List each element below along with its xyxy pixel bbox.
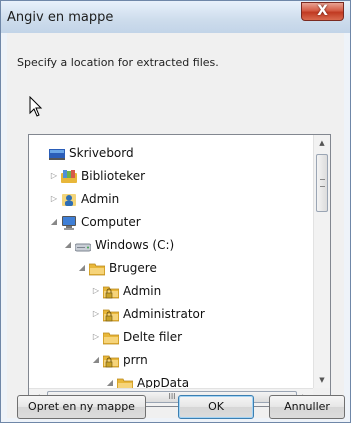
locked-folder-icon (102, 307, 120, 322)
close-button[interactable]: X (301, 2, 344, 21)
drive-icon (74, 238, 92, 252)
tree-node[interactable]: ◢ prrn (91, 349, 309, 371)
tree-node[interactable]: ◢ Brugere (77, 257, 309, 279)
tree-node-label: Biblioteker (81, 169, 146, 183)
locked-folder-icon (102, 353, 120, 368)
tree-node-label: Skrivebord (69, 146, 134, 160)
tree-node-label: Administrator (123, 307, 205, 321)
tree-node[interactable]: ▷ Admin (49, 188, 309, 210)
expand-arrow-icon[interactable]: ▷ (91, 280, 101, 302)
expand-arrow-icon[interactable]: ▷ (91, 303, 101, 325)
locked-folder-icon (102, 284, 120, 299)
tree-node-label: Admin (81, 192, 120, 206)
window-title: Angiv en mappe (7, 10, 114, 25)
collapse-arrow-icon[interactable]: ◢ (91, 349, 101, 371)
close-icon: X (317, 3, 328, 19)
tree-node-label: Delte filer (123, 330, 183, 344)
tree-node-label: Brugere (109, 261, 157, 275)
expand-arrow-icon[interactable]: ▷ (49, 165, 59, 187)
tree-node[interactable]: ▷ Admin (91, 280, 309, 302)
tree-node[interactable]: ◢ Computer (49, 211, 309, 233)
user-icon (61, 192, 77, 206)
mouse-pointer-icon (29, 96, 43, 117)
tree-node[interactable]: ▷ Biblioteker (49, 165, 309, 187)
collapse-arrow-icon[interactable]: ◢ (63, 234, 73, 256)
vertical-scrollbar[interactable]: ▲ ▼ (313, 135, 330, 389)
prompt-text: Specify a location for extracted files. (17, 56, 219, 69)
scroll-down-arrow-icon[interactable]: ▼ (314, 372, 330, 389)
tree-node[interactable]: ◢ Windows (C:) (63, 234, 309, 256)
tree-node-label: Windows (C:) (95, 238, 175, 252)
libraries-icon (61, 169, 77, 183)
tree-node-label: prrn (123, 353, 148, 367)
folder-dialog: Angiv en mappe X Specify a location for … (0, 0, 351, 423)
folder-tree[interactable]: Skrivebord ▷ Biblioteker ▷ Admin ◢ Computer ◢ Wi… (28, 134, 331, 407)
folder-icon (88, 261, 106, 276)
title-bar[interactable]: Angiv en mappe X (1, 1, 350, 33)
tree-node-label: Computer (81, 215, 141, 229)
ok-button[interactable]: OK (178, 395, 254, 419)
expand-arrow-icon[interactable]: ▷ (49, 188, 59, 210)
dialog-content: Specify a location for extracted files. … (7, 33, 345, 419)
folder-icon (102, 330, 120, 345)
vertical-scroll-thumb[interactable] (316, 154, 328, 212)
collapse-arrow-icon[interactable]: ◢ (49, 211, 59, 233)
new-folder-button[interactable]: Opret en ny mappe (17, 395, 146, 419)
cancel-button[interactable]: Annuller (269, 395, 345, 419)
tree-node-label: Admin (123, 284, 162, 298)
computer-icon (61, 215, 77, 230)
scroll-up-arrow-icon[interactable]: ▲ (314, 135, 330, 152)
tree-node[interactable]: Skrivebord (37, 142, 309, 164)
tree-node[interactable]: ▷ Administrator (91, 303, 309, 325)
desktop-icon (49, 146, 65, 160)
collapse-arrow-icon[interactable]: ◢ (77, 257, 87, 279)
tree-node[interactable]: ▷ Delte filer (91, 326, 309, 348)
expand-arrow-icon[interactable]: ▷ (91, 326, 101, 348)
